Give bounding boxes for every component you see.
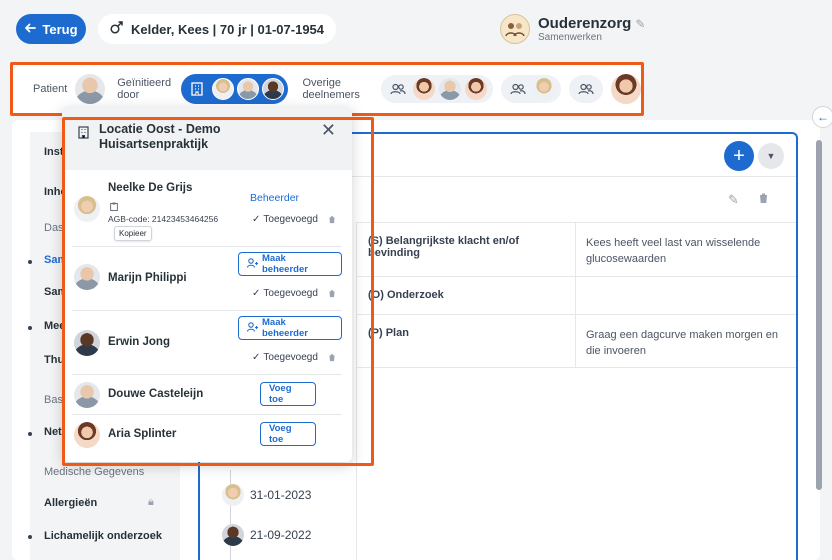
patient-avatar[interactable]	[75, 74, 106, 104]
soep-key: (P) Plan	[356, 315, 576, 367]
participant-avatar[interactable]	[611, 74, 641, 104]
timeline-date: 31-01-2023	[250, 488, 312, 502]
soep-value: Kees heeft veel last van wisselende gluc…	[586, 237, 761, 265]
soep-value	[576, 277, 796, 314]
soep-table: (S) Belangrijkste klacht en/of bevinding…	[356, 222, 796, 368]
sidebar-item[interactable]: Net	[44, 426, 62, 438]
trash-icon[interactable]	[758, 192, 769, 207]
group-icon	[507, 78, 529, 100]
team-subtitle: Samenwerken	[538, 32, 602, 43]
soep-value: Graag een dagcurve maken morgen en die i…	[586, 329, 779, 357]
team-header: Ouderenzorg ✎ Samenwerken	[500, 14, 645, 44]
collapse-arrow-icon[interactable]: ←	[812, 106, 832, 128]
sidebar-dot	[28, 432, 32, 436]
male-symbol-icon	[110, 21, 123, 37]
participant-avatar	[533, 78, 555, 100]
patient-info: Kelder, Kees | 70 jr | 01-07-1954	[98, 14, 337, 44]
lock-icon: 🔒︎	[148, 496, 154, 508]
timeline-date: 21-09-2022	[250, 528, 312, 542]
initiated-by-label: Geïnitieerd door	[117, 77, 172, 101]
chevron-down-icon[interactable]: ▼	[758, 143, 784, 169]
timeline-entry[interactable]: 21-09-2022	[222, 524, 311, 546]
sidebar-item[interactable]: Inst	[44, 146, 64, 158]
patient-label-small: Patient	[33, 83, 68, 95]
author-avatar	[222, 484, 244, 506]
soep-row: (O) Onderzoek	[356, 276, 796, 314]
sidebar-category-medical: Medische Gegevens	[44, 466, 145, 478]
sidebar-dot	[28, 535, 32, 539]
edit-icon[interactable]: ✎	[728, 192, 739, 208]
sidebar-item-allergies[interactable]: Allergieën	[44, 497, 97, 509]
participant-group[interactable]	[501, 75, 561, 103]
add-button[interactable]: +	[724, 141, 754, 171]
sidebar-item-physical-exam[interactable]: Lichamelijk onderzoek	[44, 530, 162, 542]
soep-key: (S) Belangrijkste klacht en/of bevinding	[356, 223, 576, 276]
soep-row: (P) Plan Graag een dagcurve maken morgen…	[356, 314, 796, 368]
participant-group[interactable]	[569, 75, 603, 103]
team-title: Ouderenzorg	[538, 15, 632, 32]
sidebar-dot	[28, 260, 32, 264]
building-icon	[185, 77, 209, 101]
initiator-avatar	[212, 78, 235, 100]
initiator-avatar	[237, 78, 260, 100]
group-icon	[387, 78, 409, 100]
timeline-entry[interactable]: 31-01-2023	[222, 484, 311, 506]
team-logo	[500, 14, 530, 44]
author-avatar	[222, 524, 244, 546]
scrollbar[interactable]	[816, 140, 822, 490]
soep-row: (S) Belangrijkste klacht en/of bevinding…	[356, 222, 796, 276]
participant-avatar	[465, 78, 487, 100]
sidebar-dot	[28, 326, 32, 330]
group-icon	[575, 78, 597, 100]
back-button-label: Terug	[42, 21, 78, 37]
participant-avatar	[439, 78, 461, 100]
patient-label: Kelder, Kees | 70 jr | 01-07-1954	[131, 21, 325, 37]
arrow-left-icon	[24, 22, 37, 37]
initiator-group-button[interactable]	[181, 74, 289, 104]
other-participants-label: Overige deelnemers	[302, 77, 360, 101]
participant-group[interactable]	[381, 75, 493, 103]
initiator-avatar	[262, 78, 285, 100]
edit-pencil-icon[interactable]: ✎	[635, 17, 645, 31]
participant-avatar	[413, 78, 435, 100]
highlight-frame	[62, 117, 374, 466]
soep-key: (O) Onderzoek	[356, 277, 576, 314]
back-button[interactable]: Terug	[16, 14, 86, 44]
